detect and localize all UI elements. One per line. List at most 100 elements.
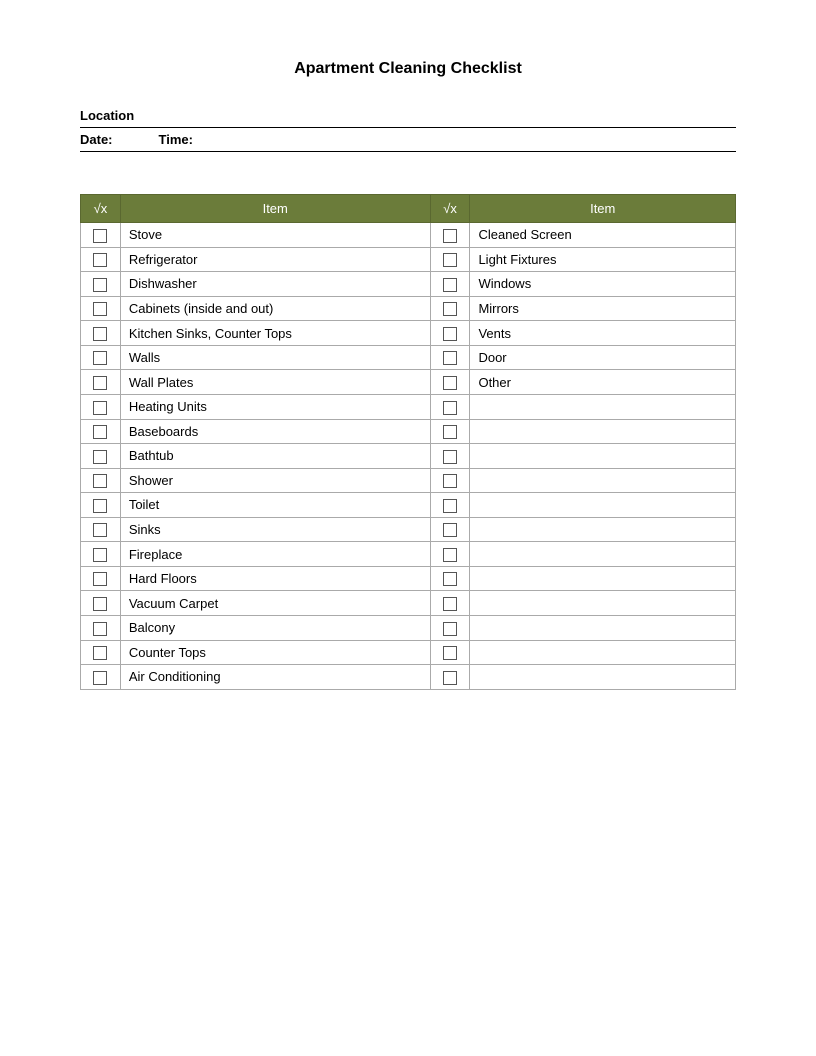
checkbox-icon-left[interactable] [93,401,107,415]
checkbox-icon-left[interactable] [93,499,107,513]
checkbox-icon-left[interactable] [93,474,107,488]
checkbox-icon-left[interactable] [93,425,107,439]
checkbox-left[interactable] [81,345,121,370]
checkbox-icon-right[interactable] [443,229,457,243]
checkbox-left[interactable] [81,566,121,591]
header-check-right: √x [430,195,470,223]
checkbox-icon-right[interactable] [443,499,457,513]
checkbox-right[interactable] [430,394,470,419]
checkbox-left[interactable] [81,468,121,493]
item-right: Cleaned Screen [470,223,736,248]
checkbox-left[interactable] [81,493,121,518]
checkbox-icon-right[interactable] [443,401,457,415]
checkbox-icon-right[interactable] [443,278,457,292]
checkbox-left[interactable] [81,223,121,248]
checklist-table: √x Item √x Item StoveCleaned ScreenRefri… [80,194,736,690]
checkbox-right[interactable] [430,345,470,370]
checkbox-right[interactable] [430,591,470,616]
checkbox-icon-left[interactable] [93,450,107,464]
item-left: Counter Tops [120,640,430,665]
checkbox-right[interactable] [430,542,470,567]
checkbox-icon-left[interactable] [93,523,107,537]
checkbox-icon-right[interactable] [443,523,457,537]
checkbox-icon-right[interactable] [443,327,457,341]
checkbox-right[interactable] [430,517,470,542]
checkbox-right[interactable] [430,223,470,248]
checkbox-left[interactable] [81,272,121,297]
checkbox-icon-right[interactable] [443,302,457,316]
checkbox-icon-left[interactable] [93,229,107,243]
table-row: Shower [81,468,736,493]
checkbox-icon-right[interactable] [443,450,457,464]
checkbox-right[interactable] [430,665,470,690]
checkbox-left[interactable] [81,296,121,321]
checkbox-icon-left[interactable] [93,376,107,390]
checkbox-right[interactable] [430,468,470,493]
checkbox-left[interactable] [81,591,121,616]
checkbox-right[interactable] [430,296,470,321]
checkbox-icon-left[interactable] [93,253,107,267]
checkbox-left[interactable] [81,370,121,395]
checkbox-left[interactable] [81,665,121,690]
checkbox-left[interactable] [81,444,121,469]
checkbox-right[interactable] [430,321,470,346]
item-left: Heating Units [120,394,430,419]
checkbox-left[interactable] [81,247,121,272]
table-row: WallsDoor [81,345,736,370]
checkbox-icon-right[interactable] [443,425,457,439]
checkbox-icon-right[interactable] [443,351,457,365]
item-left: Kitchen Sinks, Counter Tops [120,321,430,346]
checkbox-icon-left[interactable] [93,646,107,660]
item-right [470,517,736,542]
item-left: Toilet [120,493,430,518]
item-left: Walls [120,345,430,370]
checkbox-icon-left[interactable] [93,548,107,562]
item-left: Balcony [120,616,430,641]
checkbox-right[interactable] [430,419,470,444]
table-row: Sinks [81,517,736,542]
table-row: Heating Units [81,394,736,419]
checkbox-left[interactable] [81,394,121,419]
checkbox-icon-right[interactable] [443,253,457,267]
checkbox-icon-left[interactable] [93,572,107,586]
checkbox-right[interactable] [430,444,470,469]
checkbox-icon-left[interactable] [93,327,107,341]
item-left: Vacuum Carpet [120,591,430,616]
item-right [470,591,736,616]
checkbox-right[interactable] [430,493,470,518]
time-label: Time: [159,132,193,147]
checkbox-icon-right[interactable] [443,474,457,488]
checkbox-left[interactable] [81,542,121,567]
checkbox-right[interactable] [430,370,470,395]
item-right [470,640,736,665]
checkbox-icon-right[interactable] [443,622,457,636]
checkbox-icon-left[interactable] [93,671,107,685]
checkbox-icon-right[interactable] [443,597,457,611]
checkbox-right[interactable] [430,247,470,272]
checkbox-icon-left[interactable] [93,351,107,365]
checkbox-right[interactable] [430,616,470,641]
checkbox-left[interactable] [81,616,121,641]
item-right [470,419,736,444]
checkbox-icon-left[interactable] [93,278,107,292]
checkbox-left[interactable] [81,517,121,542]
checkbox-left[interactable] [81,321,121,346]
checkbox-right[interactable] [430,640,470,665]
item-right: Vents [470,321,736,346]
checkbox-icon-left[interactable] [93,597,107,611]
checkbox-left[interactable] [81,419,121,444]
item-left: Wall Plates [120,370,430,395]
checkbox-icon-right[interactable] [443,376,457,390]
checkbox-icon-right[interactable] [443,572,457,586]
checkbox-left[interactable] [81,640,121,665]
item-right: Mirrors [470,296,736,321]
checkbox-right[interactable] [430,566,470,591]
checkbox-icon-right[interactable] [443,646,457,660]
checkbox-icon-left[interactable] [93,302,107,316]
table-row: Hard Floors [81,566,736,591]
item-right [470,616,736,641]
checkbox-icon-right[interactable] [443,548,457,562]
checkbox-icon-right[interactable] [443,671,457,685]
checkbox-icon-left[interactable] [93,622,107,636]
checkbox-right[interactable] [430,272,470,297]
